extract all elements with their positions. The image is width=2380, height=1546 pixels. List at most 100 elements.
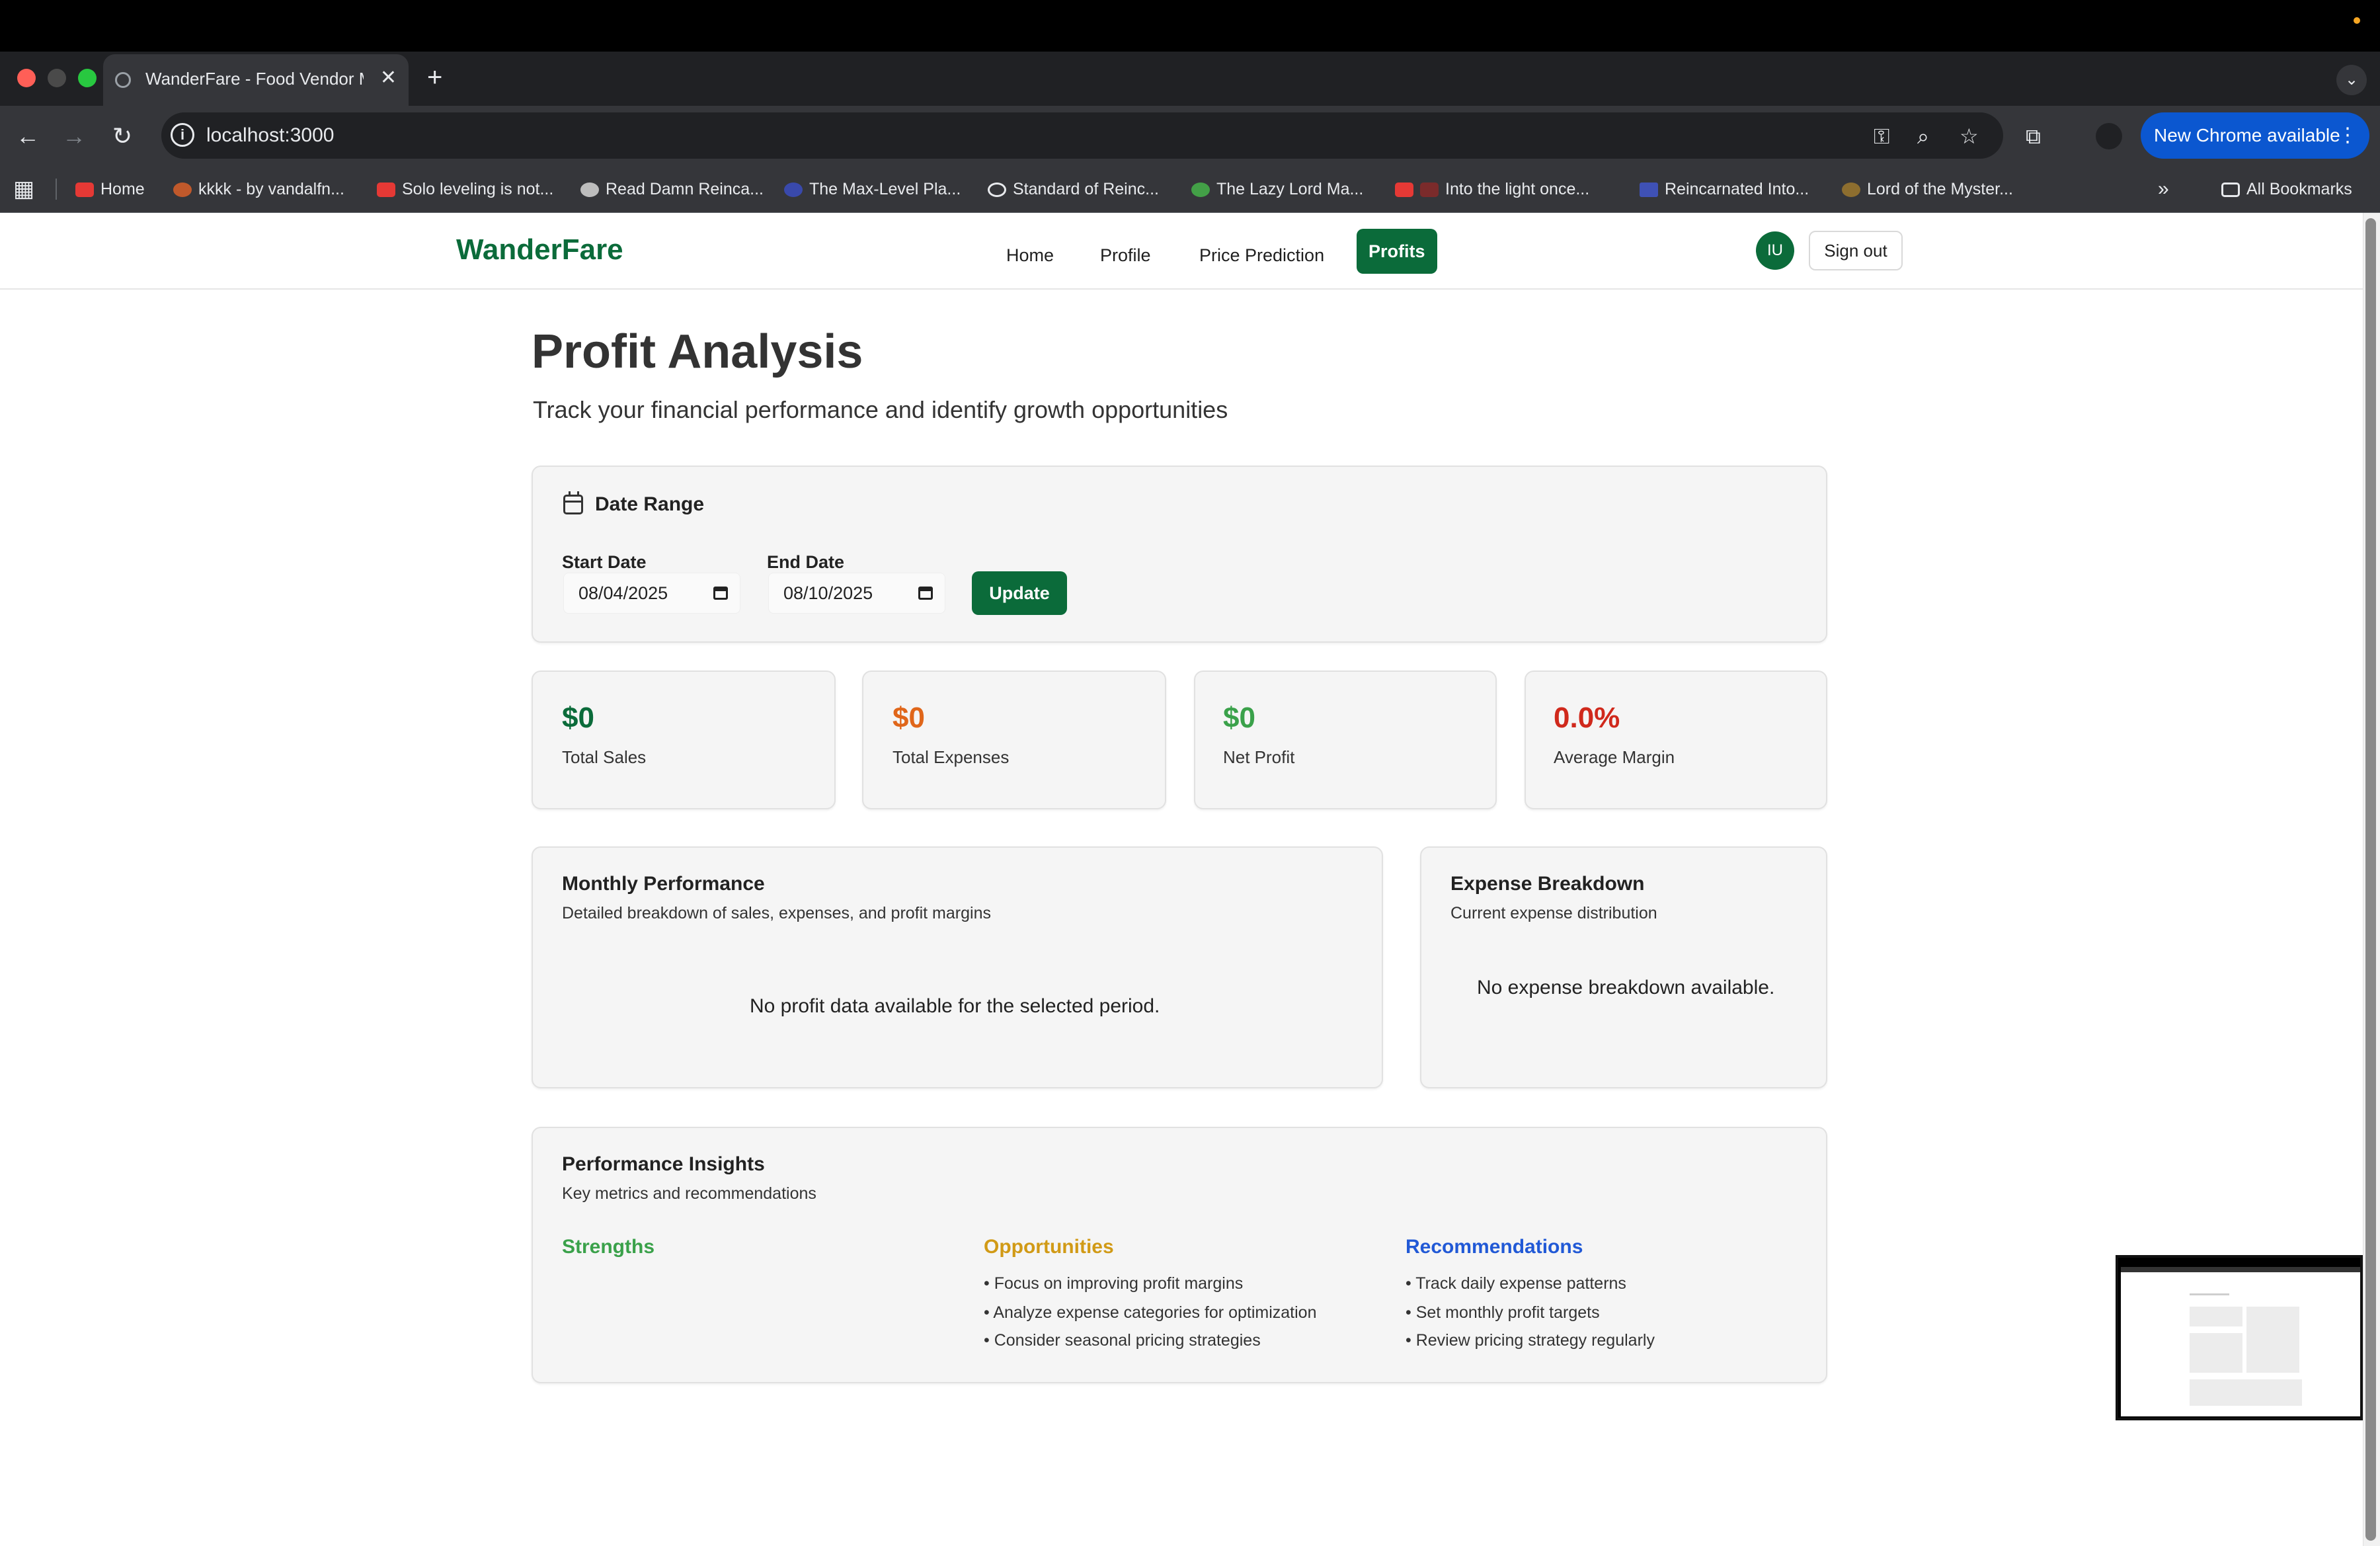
- extensions-puzzle-icon[interactable]: ⧉: [2026, 124, 2041, 148]
- bookmark-site-icon: [784, 183, 803, 198]
- nav-price-prediction[interactable]: Price Prediction: [1187, 235, 1336, 275]
- bookmark-label: Lord of the Myster...: [1867, 180, 2013, 198]
- bookmark-site-icon: [1842, 183, 1860, 198]
- screenshot-thumbnail-preview: [2121, 1267, 2360, 1416]
- bookmark-item[interactable]: kkkk - by vandalfn...: [173, 176, 344, 202]
- youtube-icon: [1395, 183, 1413, 198]
- stat-label-average-margin: Average Margin: [1554, 747, 1675, 767]
- opportunity-item: • Analyze expense categories for optimiz…: [984, 1303, 1317, 1322]
- bookmark-item[interactable]: Home: [75, 176, 145, 202]
- zoom-icon[interactable]: ⌕: [1917, 124, 1929, 148]
- close-tab-icon[interactable]: ✕: [380, 66, 397, 89]
- all-bookmarks-button[interactable]: All Bookmarks: [2221, 176, 2352, 202]
- new-tab-icon[interactable]: +: [427, 61, 442, 94]
- key-icon[interactable]: ⚿: [1874, 124, 1889, 148]
- status-dot: [2354, 17, 2360, 24]
- stat-label-net-profit: Net Profit: [1223, 747, 1295, 767]
- minimize-window-button[interactable]: [48, 69, 66, 87]
- reload-icon[interactable]: ↻: [112, 122, 132, 151]
- recommendation-item: • Review pricing strategy regularly: [1406, 1331, 1655, 1350]
- bookmark-site-icon: [1191, 183, 1210, 198]
- bookmark-item[interactable]: Lord of the Myster...: [1842, 176, 2013, 202]
- nav-profile[interactable]: Profile: [1088, 235, 1163, 275]
- recommendations-heading: Recommendations: [1406, 1236, 1583, 1258]
- monthly-performance-subtitle: Detailed breakdown of sales, expenses, a…: [562, 904, 991, 922]
- page-subtitle: Track your financial performance and ide…: [533, 396, 1228, 423]
- thumbnail-preview-line: [2190, 1307, 2242, 1326]
- close-window-button[interactable]: [17, 69, 36, 87]
- end-date-label: End Date: [767, 552, 845, 572]
- opportunities-heading: Opportunities: [984, 1236, 1114, 1258]
- thumbnail-preview-bar: [2121, 1267, 2360, 1272]
- stat-label-total-sales: Total Sales: [562, 747, 647, 767]
- brand-logo[interactable]: WanderFare: [456, 231, 623, 268]
- bookmark-item[interactable]: Standard of Reinc...: [988, 176, 1159, 202]
- bookmark-star-icon[interactable]: ☆: [1960, 124, 1979, 148]
- bookmark-item[interactable]: Read Damn Reinca...: [580, 176, 764, 202]
- start-date-input[interactable]: 08/04/2025: [563, 573, 740, 614]
- chrome-update-button[interactable]: New Chrome available ⋮: [2141, 112, 2369, 159]
- performance-insights-subtitle: Key metrics and recommendations: [562, 1184, 816, 1203]
- stat-value-total-sales: $0: [562, 702, 594, 734]
- profile-icon[interactable]: [2096, 123, 2122, 149]
- nav-home[interactable]: Home: [994, 235, 1066, 275]
- date-range-title: Date Range: [595, 493, 705, 515]
- bookmark-label: Solo leveling is not...: [402, 180, 554, 198]
- youtube-icon: [377, 183, 395, 198]
- thumbnail-preview-line: [2190, 1293, 2229, 1295]
- all-bookmarks-label: All Bookmarks: [2246, 180, 2352, 198]
- more-bookmarks-chevron-icon[interactable]: »: [2158, 176, 2169, 202]
- bookmark-item[interactable]: Reincarnated Into...: [1640, 176, 1809, 202]
- sign-out-button[interactable]: Sign out: [1809, 231, 1903, 270]
- kebab-menu-icon[interactable]: ⋮: [2338, 112, 2358, 159]
- bookmark-item[interactable]: Into the light once...: [1395, 176, 1589, 202]
- recommendation-item: • Set monthly profit targets: [1406, 1303, 1600, 1322]
- expense-breakdown-subtitle: Current expense distribution: [1450, 904, 1657, 922]
- thumbnail-preview-line: [2190, 1379, 2302, 1406]
- start-date-value: 08/04/2025: [578, 583, 668, 603]
- tab-search-chevron-icon[interactable]: ⌄: [2336, 65, 2367, 95]
- recommendation-item: • Track daily expense patterns: [1406, 1274, 1626, 1293]
- nav-profits[interactable]: Profits: [1357, 229, 1437, 274]
- bookmark-label: Home: [100, 180, 145, 198]
- calendar-picker-icon[interactable]: [713, 587, 728, 600]
- bookmark-item[interactable]: Solo leveling is not...: [377, 176, 553, 202]
- folder-icon: [2221, 183, 2240, 198]
- opportunity-item: • Consider seasonal pricing strategies: [984, 1331, 1261, 1350]
- page-scrollbar-thumb[interactable]: [2365, 218, 2376, 1541]
- bookmarks-bar: [0, 167, 2380, 213]
- start-date-label: Start Date: [562, 552, 647, 572]
- site-info-icon[interactable]: i: [171, 123, 194, 147]
- monthly-performance-empty-message: No profit data available for the selecte…: [750, 995, 1160, 1017]
- forward-arrow-icon[interactable]: →: [62, 122, 86, 151]
- bookmark-label: Standard of Reinc...: [1013, 180, 1159, 198]
- apps-grid-icon[interactable]: ▦: [13, 177, 34, 201]
- bookmark-site-icon: [1640, 183, 1658, 198]
- bookmark-label: The Max-Level Pla...: [809, 180, 961, 198]
- bookmark-item[interactable]: The Lazy Lord Ma...: [1191, 176, 1363, 202]
- bookmark-label: Reincarnated Into...: [1665, 180, 1809, 198]
- maximize-window-button[interactable]: [78, 69, 97, 87]
- stat-value-net-profit: $0: [1223, 702, 1255, 734]
- update-button[interactable]: Update: [972, 571, 1067, 615]
- back-arrow-icon[interactable]: ←: [16, 122, 40, 151]
- bookmark-site-icon: [580, 183, 599, 198]
- strengths-heading: Strengths: [562, 1236, 655, 1258]
- stat-card-average-margin: [1525, 671, 1827, 809]
- address-bar-url[interactable]: localhost:3000: [206, 124, 334, 147]
- calendar-icon: [563, 491, 583, 514]
- globe-icon: [988, 183, 1006, 198]
- monthly-performance-title: Monthly Performance: [562, 873, 765, 895]
- address-bar[interactable]: i localhost:3000: [161, 112, 2003, 159]
- bookmark-item[interactable]: The Max-Level Pla...: [784, 176, 961, 202]
- chrome-update-label: New Chrome available: [2154, 125, 2340, 145]
- bookmark-site-icon: [173, 183, 192, 198]
- browser-tab[interactable]: WanderFare - Food Vendor M ✕: [103, 54, 409, 106]
- avatar[interactable]: IU: [1756, 231, 1794, 270]
- calendar-picker-icon[interactable]: [918, 587, 933, 600]
- end-date-input[interactable]: 08/10/2025: [768, 573, 945, 614]
- page-title: Profit Analysis: [532, 325, 863, 378]
- bookmark-label: The Lazy Lord Ma...: [1216, 180, 1364, 198]
- bookmark-label: Into the light once...: [1445, 180, 1590, 198]
- youtube-icon: [75, 183, 94, 198]
